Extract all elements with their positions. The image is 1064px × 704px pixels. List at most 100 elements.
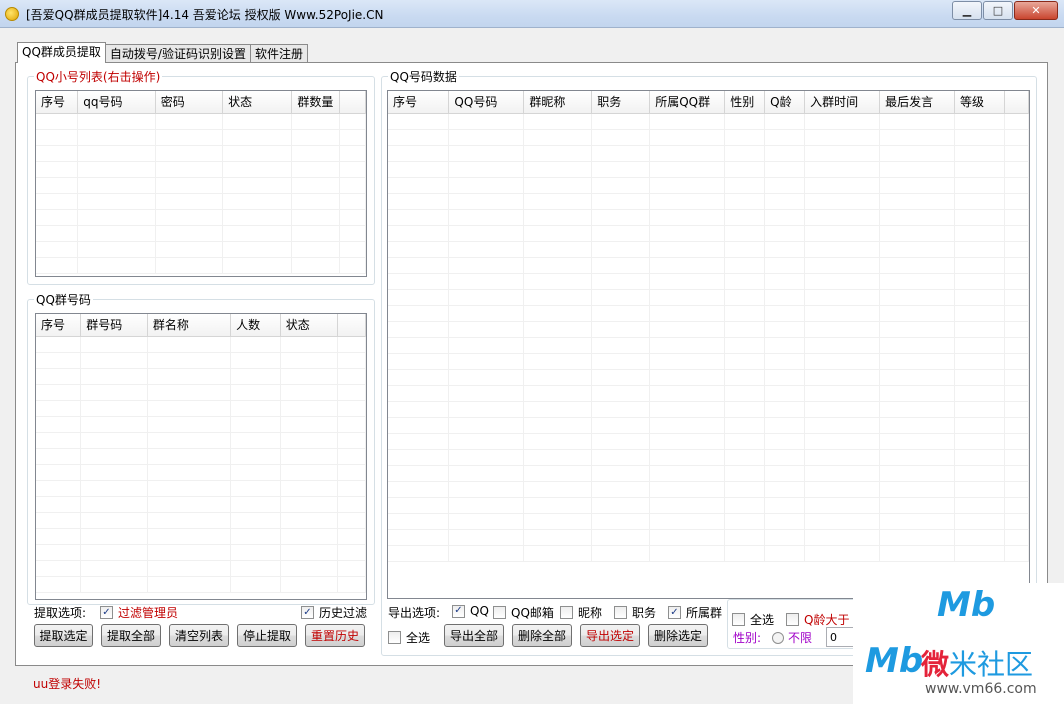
maximize-button[interactable]: □	[983, 1, 1013, 20]
extract-all-button[interactable]: 提取全部	[101, 624, 161, 647]
col-header[interactable]: 状态	[222, 91, 293, 114]
history-filter-label: 历史过滤	[319, 606, 368, 620]
minimize-button[interactable]: ▁	[952, 1, 982, 20]
checkbox-box	[786, 613, 799, 626]
delete-selected-button[interactable]: 删除选定	[648, 624, 708, 647]
window-title: [吾爱QQ群成员提取软件]4.14 吾爱论坛 授权版 Www.52PoJie.C…	[26, 8, 384, 22]
export-position-checkbox[interactable]: 职务	[614, 604, 656, 621]
watermark-site-name: 微米社区	[921, 643, 1033, 683]
col-header[interactable]: 所属QQ群	[649, 91, 726, 114]
group-list-body	[36, 336, 366, 593]
export-qq-label: QQ	[470, 604, 489, 618]
export-options-label: 导出选项:	[388, 606, 441, 620]
app-icon	[5, 7, 19, 21]
col-header[interactable]: 等级	[954, 91, 1005, 114]
watermark-site-name-rest: 米社区	[949, 648, 1034, 681]
export-qqmail-label: QQ邮箱	[511, 606, 554, 620]
age-greater-checkbox[interactable]: Q龄大于	[786, 611, 849, 628]
col-header[interactable]: 职务	[591, 91, 651, 114]
group-list-table: 序号 群号码 群名称 人数 状态	[36, 314, 366, 593]
export-nickname-checkbox[interactable]: 昵称	[560, 604, 602, 621]
age-value-input[interactable]	[826, 627, 856, 647]
gender-label: 性别:	[733, 631, 762, 645]
col-header[interactable]: 序号	[388, 91, 450, 114]
account-list-grid[interactable]: 序号 qq号码 密码 状态 群数量	[35, 90, 367, 277]
col-header[interactable]: qq号码	[77, 91, 156, 114]
col-header[interactable]: 序号	[36, 314, 82, 337]
col-header[interactable]: 群号码	[80, 314, 148, 337]
col-header-filler	[339, 91, 366, 114]
group-list-title: QQ群号码	[34, 291, 93, 308]
account-list-table: 序号 qq号码 密码 状态 群数量	[36, 91, 366, 274]
filter-select-all-label: 全选	[750, 613, 775, 627]
col-header[interactable]: 状态	[280, 314, 339, 337]
watermark-url: www.vm66.com	[925, 681, 1037, 697]
col-header[interactable]: 序号	[36, 91, 79, 114]
col-header[interactable]: 最后发言	[879, 91, 956, 114]
export-nickname-label: 昵称	[578, 606, 603, 620]
member-data-table: 序号 QQ号码 群昵称 职务 所属QQ群 性别 Q龄 入群时间 最后发言 等级	[388, 91, 1029, 562]
tab-dialup-captcha[interactable]: 自动拨号/验证码识别设置	[104, 44, 251, 63]
group-list-grid[interactable]: 序号 群号码 群名称 人数 状态	[35, 313, 367, 600]
history-filter-checkbox[interactable]: ✓ 历史过滤	[301, 604, 367, 621]
tab-registration[interactable]: 软件注册	[249, 44, 308, 63]
member-data-body	[388, 113, 1029, 562]
reset-history-button[interactable]: 重置历史	[305, 624, 365, 647]
watermark-logo-left: Mb	[865, 641, 924, 681]
account-list-body	[36, 113, 366, 274]
gender-unlimited-radio[interactable]: 不限	[772, 629, 812, 646]
checkbox-box	[493, 606, 506, 619]
col-header[interactable]: 群昵称	[523, 91, 593, 114]
status-message: uu登录失败!	[33, 677, 102, 691]
export-select-all-label: 全选	[406, 631, 431, 645]
col-header[interactable]: 密码	[155, 91, 224, 114]
export-selected-button[interactable]: 导出选定	[580, 624, 640, 647]
checkbox-box: ✓	[668, 606, 681, 619]
checkbox-box	[614, 606, 627, 619]
tab-member-extract[interactable]: QQ群成员提取	[17, 42, 106, 63]
export-qq-checkbox[interactable]: ✓ QQ	[452, 604, 489, 618]
member-data-grid[interactable]: 序号 QQ号码 群昵称 职务 所属QQ群 性别 Q龄 入群时间 最后发言 等级	[387, 90, 1030, 599]
filter-admin-label: 过滤管理员	[118, 606, 179, 620]
gender-unlimited-label: 不限	[788, 631, 813, 645]
checkbox-box	[560, 606, 573, 619]
checkbox-box: ✓	[452, 604, 465, 618]
export-all-button[interactable]: 导出全部	[444, 624, 504, 647]
age-greater-label: Q龄大于	[804, 613, 850, 627]
clear-list-button[interactable]: 清空列表	[169, 624, 229, 647]
col-header[interactable]: 入群时间	[804, 91, 881, 114]
col-header[interactable]: Q龄	[764, 91, 806, 114]
export-position-label: 职务	[632, 606, 657, 620]
checkbox-box: ✓	[301, 606, 314, 619]
delete-all-button[interactable]: 删除全部	[512, 624, 572, 647]
extract-options-label: 提取选项:	[34, 606, 87, 620]
col-header[interactable]: 人数	[230, 314, 281, 337]
account-list-title: QQ小号列表(右击操作)	[34, 68, 163, 85]
watermark-logo-top: Mb	[937, 585, 996, 625]
checkbox-box	[732, 613, 745, 626]
radio-circle	[772, 631, 784, 644]
stop-extract-button[interactable]: 停止提取	[237, 624, 297, 647]
col-header[interactable]: QQ号码	[448, 91, 525, 114]
export-group-label: 所属群	[686, 606, 723, 620]
filter-select-all-checkbox[interactable]: 全选	[732, 611, 774, 628]
close-button[interactable]: ✕	[1014, 1, 1058, 20]
extract-selected-button[interactable]: 提取选定	[34, 624, 93, 647]
tab-strip: QQ群成员提取 自动拨号/验证码识别设置 软件注册	[17, 42, 308, 63]
col-header-filler	[1004, 91, 1029, 114]
watermark-site-name-first: 微	[921, 648, 950, 681]
window-controls: ▁ □ ✕	[951, 1, 1058, 20]
col-header[interactable]: 群名称	[147, 314, 232, 337]
member-data-title: QQ号码数据	[388, 68, 459, 85]
tab-panel: QQ小号列表(右击操作) 序号 qq号码 密码 状态 群数量 QQ群号码 序号 …	[15, 62, 1048, 666]
col-header[interactable]: 性别	[724, 91, 766, 114]
export-qqmail-checkbox[interactable]: QQ邮箱	[493, 604, 554, 621]
col-header-filler	[337, 314, 366, 337]
checkbox-box	[388, 631, 401, 644]
col-header[interactable]: 群数量	[291, 91, 341, 114]
checkbox-box: ✓	[100, 606, 113, 619]
export-group-checkbox[interactable]: ✓ 所属群	[668, 604, 722, 621]
watermark: Mb Mb 微米社区 www.vm66.com	[853, 583, 1064, 704]
export-select-all-checkbox[interactable]: 全选	[388, 629, 430, 646]
filter-admin-checkbox[interactable]: ✓ 过滤管理员	[100, 604, 178, 621]
